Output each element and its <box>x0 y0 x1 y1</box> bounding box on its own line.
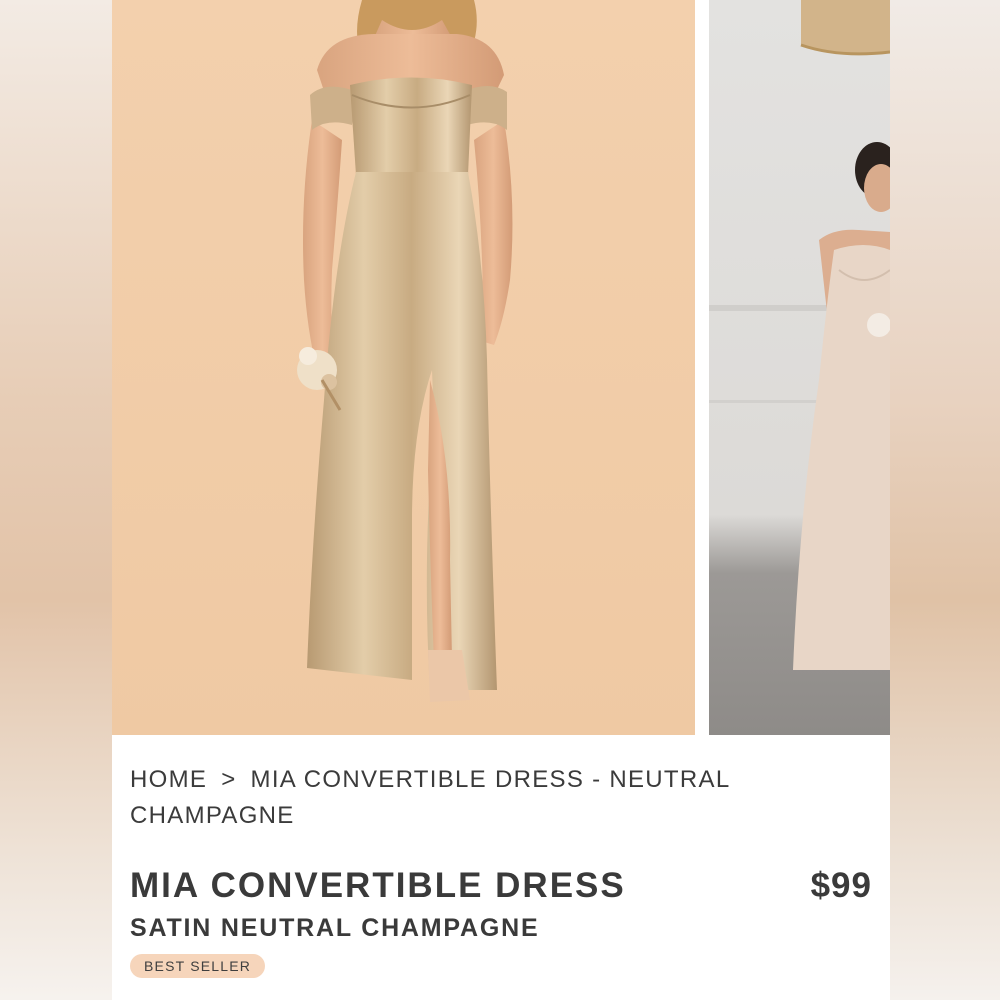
breadcrumb-separator: > <box>221 766 237 793</box>
product-photo-secondary[interactable] <box>709 0 890 735</box>
best-seller-badge: BEST SELLER <box>130 954 266 978</box>
product-title: MIA CONVERTIBLE DRESS <box>130 866 626 905</box>
blurred-background-right <box>890 0 1000 1000</box>
product-image-gallery[interactable] <box>112 0 890 735</box>
product-page: HOME > MIA CONVERTIBLE DRESS - NEUTRAL CHA… <box>112 0 890 1000</box>
breadcrumb: HOME > MIA CONVERTIBLE DRESS - NEUTRAL CHA… <box>130 762 830 834</box>
product-subtitle: SATIN NEUTRAL CHAMPAGNE <box>130 914 540 942</box>
product-photo-main[interactable] <box>112 0 695 735</box>
product-price: $99 <box>810 866 872 905</box>
breadcrumb-home-link[interactable]: HOME <box>130 766 207 793</box>
blurred-background-left <box>0 0 112 1000</box>
